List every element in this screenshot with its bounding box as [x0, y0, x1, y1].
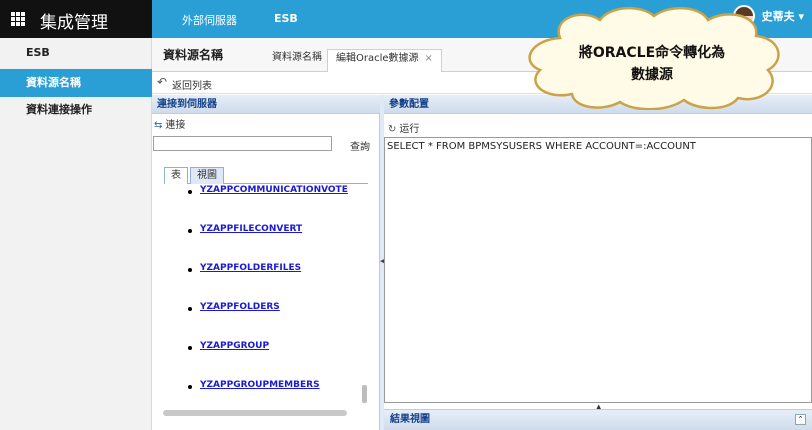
table-link[interactable]: YZAPPFILECONVERT	[200, 224, 302, 234]
server-panel-header: 連接到伺服器	[152, 95, 380, 114]
list-item: YZAPPGROUP	[188, 341, 368, 355]
refresh-icon: ↻	[388, 124, 397, 135]
tab-external-servers[interactable]: 外部伺服器	[182, 12, 237, 28]
vertical-scrollbar[interactable]	[362, 385, 367, 403]
brand: 集成管理	[0, 0, 152, 38]
list-item: YZAPPFOLDERS	[188, 302, 368, 316]
connect-label: 連接	[165, 120, 186, 131]
bullet-icon	[188, 385, 192, 389]
sidebar: ESB 資料源名稱 資料連接操作	[0, 38, 152, 430]
bullet-icon	[188, 268, 192, 272]
list-item: YZAPPCOMMUNICATIONVOTE	[188, 185, 368, 199]
tab-label: 資料源名稱	[272, 52, 322, 63]
tab-esb[interactable]: ESB	[274, 12, 298, 25]
close-icon[interactable]: ×	[425, 53, 433, 64]
tab-views[interactable]: 視圖	[190, 167, 224, 184]
app-grid-icon[interactable]	[11, 12, 25, 26]
horizontal-scrollbar[interactable]	[163, 410, 347, 416]
parameter-panel: 參數配置 ↻ 运行 SELECT * FROM BPMSYSUSERS WHERE…	[384, 95, 812, 430]
run-button[interactable]: ↻ 运行	[388, 120, 419, 135]
tab-edit-oracle-datasource[interactable]: 編輯Oracle數據源 ×	[327, 49, 442, 72]
sidebar-item-esb[interactable]: ESB	[0, 39, 152, 67]
callout-text: 將ORACLE命令轉化為 數據源	[516, 42, 788, 86]
tab-tables[interactable]: 表	[164, 167, 188, 184]
expand-icon[interactable]: ⌃	[795, 414, 806, 425]
search-button[interactable]: 查詢	[350, 138, 370, 153]
connect-button[interactable]: ⇆ 連接	[154, 116, 185, 131]
back-to-list-link[interactable]: 返回列表	[172, 77, 212, 92]
table-link[interactable]: YZAPPGROUPMEMBERS	[200, 380, 320, 390]
page-title: 資料源名稱	[163, 48, 224, 62]
table-link[interactable]: YZAPPCOMMUNICATIONVOTE	[200, 185, 348, 195]
sidebar-item-data-connection[interactable]: 資料連接操作	[0, 96, 152, 124]
back-arrow-icon[interactable]: ↶	[157, 75, 167, 89]
bullet-icon	[188, 346, 192, 350]
callout-line-2: 數據源	[631, 67, 673, 83]
table-link[interactable]: YZAPPGROUP	[200, 341, 269, 351]
callout-line-1: 將ORACLE命令轉化為	[578, 45, 726, 61]
list-item: YZAPPFILECONVERT	[188, 224, 368, 238]
list-item: YZAPPFOLDERFILES	[188, 263, 368, 277]
run-label: 运行	[399, 124, 420, 135]
server-panel: 連接到伺服器 ⇆ 連接 查詢 表 視圖 YZAPPCOMMUNICATIONVOT…	[152, 95, 380, 430]
search-input[interactable]	[153, 136, 332, 151]
tab-datasource-list[interactable]: 資料源名稱	[264, 49, 330, 72]
tab-label: 編輯Oracle數據源	[336, 53, 419, 64]
sql-editor[interactable]: SELECT * FROM BPMSYSUSERS WHERE ACCOUNT=…	[384, 137, 812, 403]
sidebar-item-datasource-name[interactable]: 資料源名稱	[0, 69, 152, 97]
table-link[interactable]: YZAPPFOLDERS	[200, 302, 280, 312]
app-title: 集成管理	[40, 13, 108, 33]
bullet-icon	[188, 190, 192, 194]
connect-icon: ⇆	[154, 120, 163, 131]
bullet-icon	[188, 229, 192, 233]
bullet-icon	[188, 307, 192, 311]
result-view-header: 結果視圖 ⌃	[384, 409, 812, 430]
table-link[interactable]: YZAPPFOLDERFILES	[200, 263, 301, 273]
table-view-tabs: 表 視圖	[164, 167, 368, 184]
callout-cloud: 將ORACLE命令轉化為 數據源	[516, 4, 788, 111]
list-item: YZAPPGROUPMEMBERS	[188, 380, 368, 394]
result-view-title: 結果視圖	[390, 414, 430, 425]
